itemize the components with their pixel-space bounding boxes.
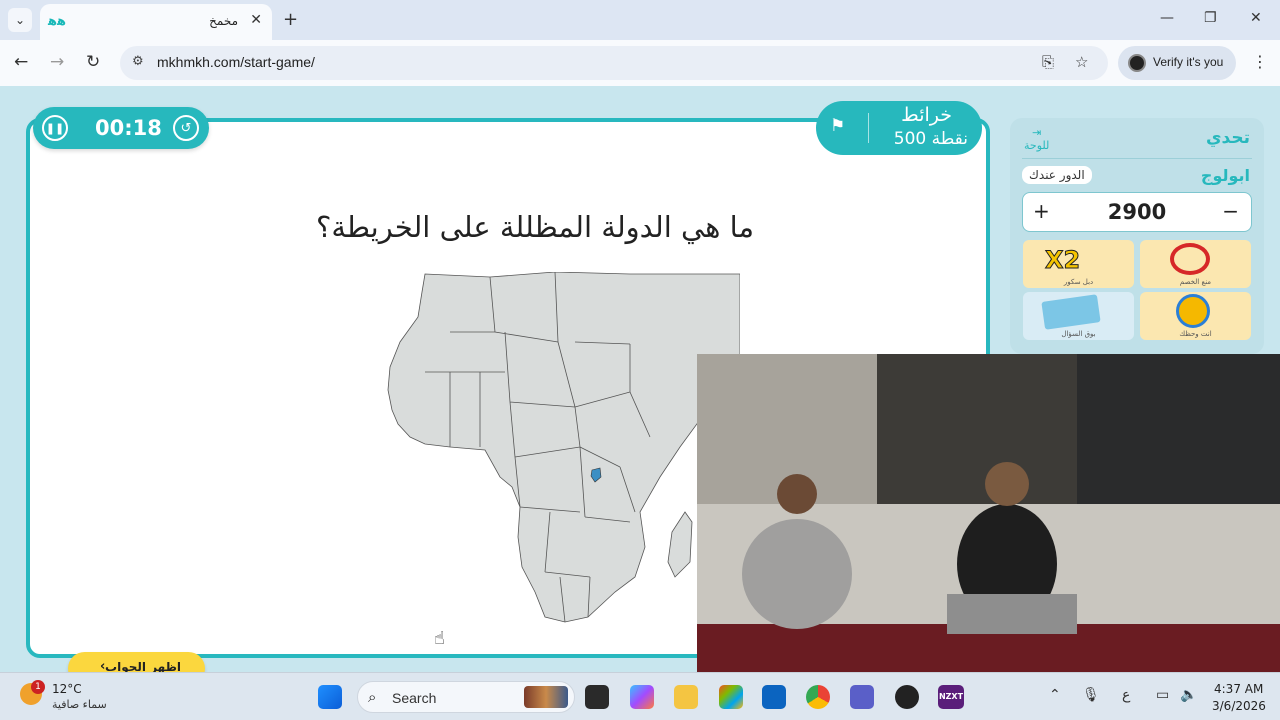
cards-icon: [1041, 294, 1101, 330]
category-points: 500 نقطة: [893, 129, 968, 149]
clock-date[interactable]: 3/6/2026: [1212, 699, 1266, 713]
exit-label: للوحة: [1024, 139, 1050, 152]
africa-map: [387, 272, 740, 623]
hand-cursor-icon: ☝: [434, 628, 445, 649]
start-windows-icon[interactable]: [318, 685, 342, 709]
tab-title: مخمخ: [209, 14, 238, 28]
address-bar[interactable]: ⚙ mkhmkh.com/start-game/ ⎘ ☆: [120, 46, 1108, 80]
decrease-score-button[interactable]: −: [1222, 199, 1239, 223]
map-land: [387, 272, 740, 623]
profile-verify-button[interactable]: Verify it's you: [1118, 46, 1236, 80]
flag-icon[interactable]: ⚑: [830, 116, 845, 136]
turn-badge: الدور عندك: [1022, 166, 1092, 184]
reload-icon[interactable]: ↻: [86, 52, 100, 72]
weather-description[interactable]: سماء صافية: [52, 698, 107, 711]
search-highlight-image: [524, 686, 568, 708]
webcam-scene: [697, 354, 1280, 678]
wheel-icon: [1176, 294, 1210, 328]
team-panel: تحدي ⇥ للوحة ابولوج الدور عندك + 2900 − …: [1010, 118, 1264, 354]
question-text: ما هي الدولة المظللة على الخريطة؟: [315, 210, 755, 244]
timer-pill: ❚❚ 00:18 ↺: [33, 107, 209, 149]
powerup-double-score[interactable]: X2 دبل سكور: [1023, 240, 1134, 288]
pause-icon[interactable]: ❚❚: [42, 115, 68, 141]
tab-bar: ⌄ ﻫﻫ مخمخ ✕ + — ❐ ✕: [0, 0, 1280, 40]
microphone-icon[interactable]: 🎙: [1082, 687, 1100, 703]
url-text[interactable]: mkhmkh.com/start-game/: [157, 54, 315, 70]
reset-timer-icon[interactable]: ↺: [173, 115, 199, 141]
minimize-icon[interactable]: —: [1160, 10, 1174, 26]
browser-menu-icon[interactable]: ⋮: [1252, 52, 1268, 71]
divider: [868, 113, 869, 143]
site-favicon-icon: ﻫﻫ: [48, 14, 67, 29]
restore-icon[interactable]: ❐: [1204, 10, 1217, 26]
back-to-board-button[interactable]: ⇥ للوحة: [1024, 126, 1049, 152]
copilot-icon[interactable]: [630, 685, 654, 709]
player-name: ابولوج: [1200, 166, 1250, 185]
x2-icon: X2: [1044, 246, 1081, 275]
tab-active[interactable]: ﻫﻫ مخمخ ✕: [40, 4, 272, 40]
forward-icon[interactable]: →: [50, 52, 64, 72]
team-title: تحدي: [1205, 128, 1250, 148]
divider: [1022, 158, 1252, 159]
weather-temperature[interactable]: 12°C: [52, 682, 82, 696]
powerup-label: منع الخصم: [1179, 278, 1212, 286]
score-value: 2900: [1107, 200, 1167, 224]
file-explorer-icon[interactable]: [674, 685, 698, 709]
powerup-label: انت وحظك: [1179, 330, 1212, 338]
bookmark-star-icon[interactable]: ☆: [1075, 53, 1088, 71]
search-placeholder: Search: [392, 690, 437, 706]
search-icon: ⌕: [368, 688, 377, 706]
tab-close-icon[interactable]: ✕: [250, 12, 262, 28]
score-stepper: + 2900 −: [1022, 192, 1252, 232]
category-name: خرائط: [901, 104, 952, 126]
block-opponent-icon: [1170, 243, 1210, 275]
tab-list-button[interactable]: ⌄: [8, 8, 32, 32]
powerup-question-cards[interactable]: بوق السؤال: [1023, 292, 1134, 340]
webcam-overlay: [697, 354, 1280, 678]
verify-label: Verify it's you: [1153, 55, 1224, 69]
category-pill: ⚑ خرائط 500 نقطة: [816, 101, 982, 155]
taskbar: 1 12°C سماء صافية ⌕ Search NZXT ⌃ 🎙 ع ▭ …: [0, 672, 1280, 720]
install-app-icon[interactable]: ⎘: [1042, 53, 1054, 71]
exit-icon: ⇥: [1032, 126, 1042, 139]
avatar: [1128, 54, 1146, 72]
powerup-block-opponent[interactable]: منع الخصم: [1140, 240, 1251, 288]
network-icon[interactable]: ▭: [1156, 687, 1169, 703]
site-settings-icon[interactable]: ⚙: [132, 54, 144, 69]
timer-text: 00:18: [95, 116, 162, 140]
powerup-luck-wheel[interactable]: انت وحظك: [1140, 292, 1251, 340]
back-icon[interactable]: ←: [14, 52, 28, 72]
close-window-icon[interactable]: ✕: [1250, 10, 1262, 26]
outlook-icon[interactable]: [762, 685, 786, 709]
browser-toolbar: ← → ↻ ⚙ mkhmkh.com/start-game/ ⎘ ☆ Verif…: [0, 40, 1280, 86]
powerup-label: بوق السؤال: [1061, 330, 1096, 338]
nzxt-icon[interactable]: NZXT: [938, 685, 964, 709]
input-language[interactable]: ع: [1122, 687, 1130, 703]
obs-icon[interactable]: [895, 685, 919, 709]
browser-window: ⌄ ﻫﻫ مخمخ ✕ + — ❐ ✕ ← → ↻ ⚙ mkhmkh.com/s…: [0, 0, 1280, 86]
chrome-icon[interactable]: [806, 685, 830, 709]
store-icon[interactable]: [719, 685, 743, 709]
taskbar-search[interactable]: ⌕ Search: [357, 681, 575, 713]
task-view-icon[interactable]: [585, 685, 609, 709]
volume-icon[interactable]: 🔈: [1180, 687, 1197, 703]
show-hidden-icons-icon[interactable]: ⌃: [1049, 687, 1061, 703]
teams-icon[interactable]: [850, 685, 874, 709]
notification-badge: 1: [31, 680, 45, 694]
new-tab-icon[interactable]: +: [283, 9, 298, 30]
powerup-label: دبل سكور: [1063, 278, 1094, 286]
clock-time[interactable]: 4:37 AM: [1214, 682, 1263, 696]
